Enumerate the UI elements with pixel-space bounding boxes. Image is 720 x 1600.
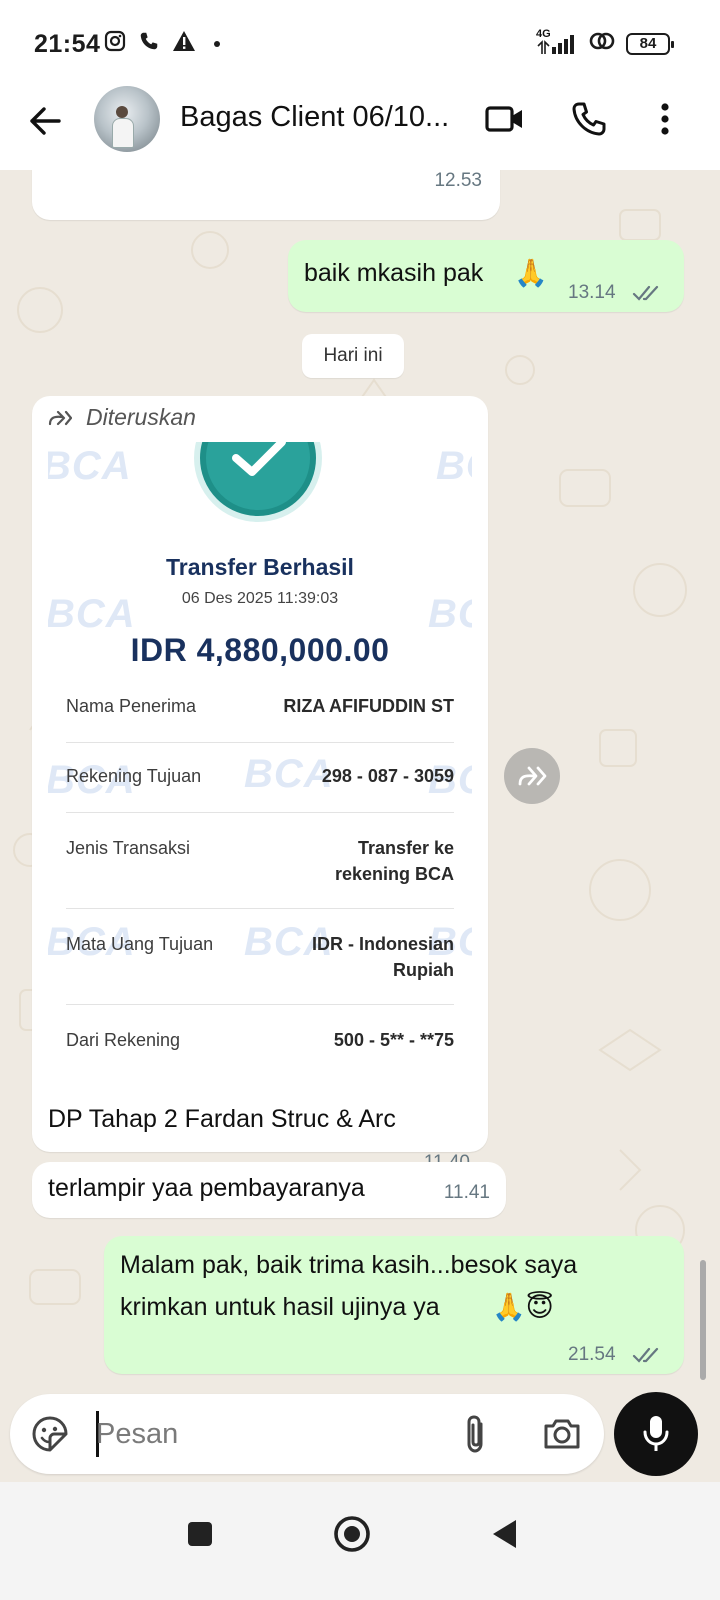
checkmark-icon <box>232 442 286 476</box>
call-status-icon <box>138 30 160 57</box>
instagram-icon <box>104 30 126 57</box>
success-check-badge <box>200 442 316 516</box>
recents-button[interactable] <box>170 1504 230 1564</box>
message-time: 21.54 <box>568 1344 616 1365</box>
message-bubble-incoming[interactable]: 12.53 <box>32 170 500 220</box>
back-button[interactable] <box>22 98 68 144</box>
receipt-title: Transfer Berhasil <box>166 554 354 580</box>
warning-icon <box>172 30 196 57</box>
receipt-row-value: 298 - 087 - 3059 <box>321 766 454 786</box>
chat-title[interactable]: Bagas Client 06/10... <box>180 101 470 134</box>
bca-watermark: BCA <box>436 444 472 488</box>
message-text: baik mkasih pak <box>304 259 484 287</box>
message-text-line2: krimkan untuk hasil ujinya ya <box>120 1293 440 1321</box>
message-time: 12.53 <box>434 170 482 191</box>
receipt-row-value: Transfer ke <box>357 838 454 858</box>
receipt-divider <box>66 1004 454 1005</box>
signal-icon: 4G <box>536 28 578 56</box>
sticker-icon <box>32 1416 68 1452</box>
receipt-row-value: RIZA AFIFUDDIN ST <box>283 696 454 716</box>
receipt-amount: IDR 4,880,000.00 <box>130 632 390 668</box>
receipt-row-label: Mata Uang Tujuan <box>66 934 214 954</box>
emoji-sticker-button[interactable] <box>26 1410 74 1458</box>
video-call-button[interactable] <box>482 96 528 142</box>
status-time: 21:54 <box>34 30 101 58</box>
back-nav-button[interactable] <box>474 1504 534 1564</box>
receipt-row-value: Rupiah <box>393 960 454 980</box>
receipt-datetime: 06 Des 2025 11:39:03 <box>181 590 339 607</box>
bca-watermark: BCA <box>48 444 132 488</box>
receipt-row-label: Rekening Tujuan <box>66 766 202 786</box>
camera-button[interactable] <box>538 1410 586 1458</box>
message-text: terlampir yaa pembayaranya <box>48 1174 365 1202</box>
message-bubble-outgoing[interactable]: baik mkasih pak 🙏 13.14 <box>288 240 684 312</box>
system-nav-bar <box>0 1482 720 1600</box>
camera-icon <box>544 1419 580 1449</box>
forwarded-icon <box>48 410 72 426</box>
receipt-divider <box>66 742 454 743</box>
hotspot-icon <box>588 30 616 57</box>
read-ticks-icon <box>632 1347 659 1363</box>
message-input[interactable] <box>96 1414 436 1454</box>
forward-button[interactable] <box>504 748 560 804</box>
receipt-row-label: Jenis Transaksi <box>66 838 191 858</box>
chat-header: Bagas Client 06/10... <box>0 84 720 170</box>
pray-emoji: 🙏 <box>514 258 548 288</box>
battery-icon: 84 <box>626 32 674 55</box>
transfer-receipt-image[interactable]: BCA BCA BCA BCA BCA BCA BCA BCA BCA BCA … <box>48 442 472 1078</box>
back-arrow-icon <box>30 107 61 135</box>
message-composer[interactable] <box>10 1394 604 1474</box>
video-call-icon <box>485 106 522 132</box>
voice-call-button[interactable] <box>566 96 612 142</box>
home-button[interactable] <box>322 1504 382 1564</box>
chat-area[interactable]: 12.53 baik mkasih pak 🙏 13.14 Hari ini D… <box>0 170 720 1482</box>
phone-icon <box>572 102 606 136</box>
scrollbar-thumb[interactable] <box>700 1260 706 1380</box>
message-caption: DP Tahap 2 Fardan Struc & Arc <box>48 1105 396 1133</box>
square-icon <box>188 1522 212 1546</box>
receipt-row-label: Nama Penerima <box>66 696 197 716</box>
voice-message-button[interactable] <box>614 1392 698 1476</box>
more-vert-icon <box>661 103 669 135</box>
home-circle-icon <box>334 1516 370 1552</box>
paperclip-icon <box>467 1415 483 1453</box>
message-time: 13.14 <box>568 282 616 303</box>
attach-button[interactable] <box>452 1410 500 1458</box>
message-bubble-incoming[interactable]: terlampir yaa pembayaranya 11.41 <box>32 1162 506 1218</box>
receipt-row-label: Dari Rekening <box>66 1030 181 1050</box>
status-bar: 21:54 4G 84 <box>0 0 720 84</box>
forward-icon <box>518 766 547 786</box>
receipt-divider <box>66 908 454 909</box>
contact-avatar[interactable] <box>94 86 160 152</box>
forwarded-label: Diteruskan <box>86 404 196 430</box>
dot-icon <box>214 40 220 47</box>
message-text-line1: Malam pak, baik trima kasih...besok saya <box>120 1251 578 1279</box>
mic-icon <box>643 1416 669 1451</box>
receipt-row-value: rekening BCA <box>334 864 454 884</box>
message-time: 11.41 <box>443 1182 490 1203</box>
message-bubble-outgoing[interactable]: Malam pak, baik trima kasih...besok saya… <box>104 1236 684 1374</box>
more-options-button[interactable] <box>642 96 688 142</box>
read-ticks-icon <box>632 285 659 301</box>
receipt-row-value: IDR - Indonesian <box>311 934 454 954</box>
triangle-back-icon <box>493 1520 516 1548</box>
date-chip: Hari ini <box>302 334 404 378</box>
receipt-divider <box>66 812 454 813</box>
bca-watermark: BCA <box>244 752 334 796</box>
pray-smile-emoji: 🙏😇 <box>492 1292 554 1322</box>
receipt-row-value: 500 - 5** - **75 <box>333 1030 454 1050</box>
